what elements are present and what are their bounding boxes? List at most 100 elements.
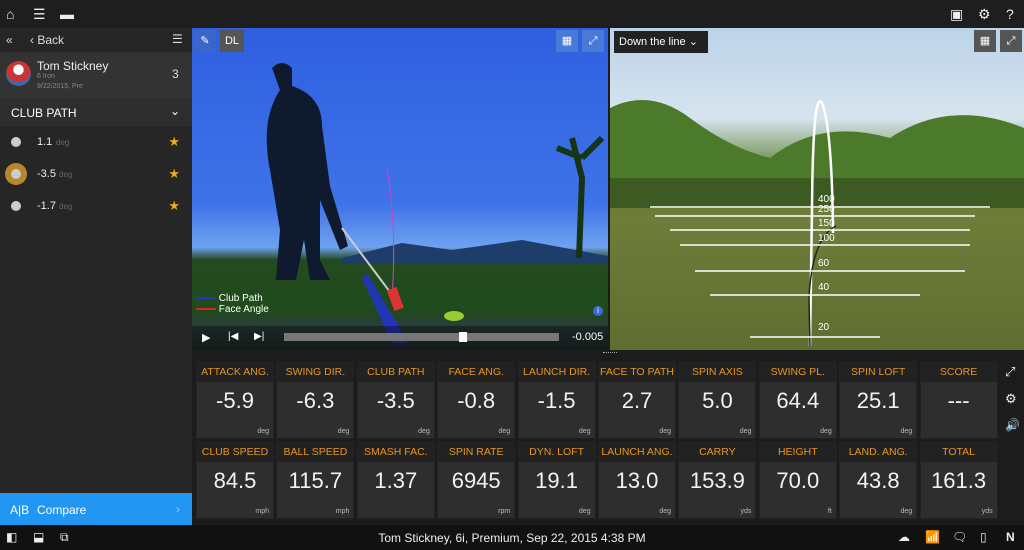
step-back-button[interactable]: |◀ — [228, 331, 238, 342]
help-icon[interactable]: ? — [1006, 5, 1014, 23]
metric-unit: yds — [981, 508, 993, 515]
metric-tile[interactable]: SPIN RATE 6945 rpm — [437, 441, 516, 519]
back-button[interactable]: ‹ Back — [30, 33, 64, 47]
metric-tile[interactable]: CLUB SPEED 84.5 mph — [196, 441, 274, 519]
metric-tile[interactable]: LAUNCH ANG. 13.0 deg — [598, 441, 676, 519]
metric-tile[interactable]: SWING DIR. -6.3 deg — [276, 361, 355, 439]
yardage-label: 250 — [818, 204, 835, 215]
folder-icon[interactable]: ▬ — [60, 5, 74, 23]
metric-tile[interactable]: FACE ANG. -0.8 deg — [437, 361, 516, 439]
yardage-line — [655, 215, 975, 217]
metric-unit: deg — [578, 428, 591, 435]
metric-tile[interactable]: SPIN AXIS 5.0 deg — [678, 361, 757, 439]
metric-label: ATTACK ANG. — [197, 362, 273, 382]
ball-flight-3d-view[interactable]: 400 250 150 100 60 40 20 Down the line ⌄… — [610, 28, 1024, 350]
golfer-silhouette — [266, 63, 348, 280]
metric-tile[interactable]: LAND. ANG. 43.8 deg — [839, 441, 918, 519]
grid-icon[interactable]: ▦ — [556, 30, 578, 52]
video-legend: Club Path Face Angle — [196, 293, 269, 315]
metric-tile[interactable]: TOTAL 161.3 yds — [919, 441, 998, 519]
metric-value: 70.0 — [776, 468, 820, 493]
parameter-selector[interactable]: CLUB PATH ⌄ — [0, 98, 192, 126]
metric-tile[interactable]: DYN. LOFT 19.1 deg — [517, 441, 596, 519]
yardage-label: 20 — [818, 322, 830, 333]
shot-item[interactable]: 1.1 deg ★ — [0, 126, 192, 158]
info-icon[interactable]: i — [593, 306, 603, 316]
metric-unit: deg — [900, 428, 913, 435]
metric-value: -0.8 — [457, 388, 496, 413]
chevron-right-icon: › — [176, 502, 180, 516]
metric-tile[interactable]: BALL SPEED 115.7 mph — [276, 441, 355, 519]
star-icon[interactable]: ★ — [168, 198, 180, 214]
metric-value: 1.37 — [374, 468, 418, 493]
play-button[interactable]: ▶ — [202, 331, 210, 344]
gear-icon[interactable]: ⚙ — [1005, 391, 1017, 407]
metric-label: FACE ANG. — [438, 362, 515, 382]
shot-item[interactable]: -1.7 deg ★ — [0, 190, 192, 222]
metric-label: CARRY — [679, 442, 756, 462]
notes-icon[interactable]: ▣ — [950, 5, 963, 23]
fullscreen-icon[interactable]: ⤢ — [582, 30, 604, 52]
draw-tool-button[interactable]: ✎ — [194, 30, 216, 52]
step-forward-button[interactable]: ▶| — [254, 331, 264, 342]
metric-label: SWING PL. — [759, 362, 836, 382]
metric-tile[interactable]: ATTACK ANG. -5.9 deg — [196, 361, 274, 439]
dl-button[interactable]: DL — [220, 30, 244, 52]
metric-value: 153.9 — [689, 468, 745, 493]
player-name: Tom Stickney — [37, 59, 109, 73]
metric-value: 2.7 — [621, 388, 653, 413]
avatar — [6, 61, 31, 86]
metric-value: 25.1 — [856, 388, 900, 413]
speaker-icon[interactable]: 🔊 — [1005, 418, 1020, 432]
device-icon[interactable]: ▯ — [980, 530, 987, 544]
metric-tile[interactable]: SMASH FAC. 1.37 — [356, 441, 435, 519]
metric-tile[interactable]: SCORE --- — [919, 361, 998, 439]
metric-tile[interactable]: CLUB PATH -3.5 deg — [356, 361, 435, 439]
player-card[interactable]: Tom Stickney 6 Iron 9/22/2015, Pre 3 — [0, 52, 192, 98]
resize-handle[interactable] — [603, 352, 617, 355]
yardage-label: 150 — [818, 218, 835, 229]
legend-club-path: Club Path — [196, 293, 269, 304]
yardage-label: 40 — [818, 282, 830, 293]
shot-unit: deg — [59, 202, 73, 211]
collapse-sidebar-button[interactable]: « — [6, 33, 13, 47]
gear-icon[interactable]: ⚙ — [978, 5, 991, 23]
home-icon[interactable]: ⌂ — [6, 5, 14, 23]
compare-button[interactable]: A|B Compare › — [0, 493, 192, 525]
fullscreen-icon[interactable]: ⤢ — [1000, 30, 1022, 52]
grid-icon[interactable]: ▦ — [974, 30, 996, 52]
cloud-upload-icon[interactable]: ☁ — [898, 530, 910, 544]
metric-label: LAUNCH DIR. — [518, 362, 595, 382]
comment-icon[interactable]: 🗨 — [952, 530, 967, 544]
yardage-line — [670, 229, 970, 231]
n-icon[interactable]: N — [1006, 530, 1015, 544]
metric-value: -6.3 — [296, 388, 335, 413]
swing-video[interactable]: ✎ DL ▦ ⤢ Club Path Face Angle i ▶ |◀ ▶| … — [192, 28, 608, 350]
scrub-slider[interactable] — [284, 332, 559, 342]
metric-tile[interactable]: CARRY 153.9 yds — [678, 441, 757, 519]
signal-chart-icon[interactable]: 📶 — [925, 530, 940, 544]
metric-tile[interactable]: HEIGHT 70.0 ft — [758, 441, 837, 519]
metric-tile[interactable]: LAUNCH DIR. -1.5 deg — [517, 361, 596, 439]
metric-unit: deg — [900, 508, 913, 515]
star-icon[interactable]: ★ — [168, 166, 180, 182]
scrub-handle[interactable] — [458, 332, 467, 342]
shot-item-selected[interactable]: -3.5 deg ★ — [0, 158, 192, 190]
playback-bar: ▶ |◀ ▶| -0.005 — [192, 326, 608, 350]
top-toolbar: ⌂ ☰ ▬ ▣ ⚙ ? — [0, 0, 1024, 28]
metric-label: CLUB PATH — [357, 362, 434, 382]
list-icon[interactable]: ☰ — [33, 5, 46, 23]
time-readout: -0.005 — [572, 331, 604, 343]
metric-unit: deg — [337, 428, 350, 435]
metric-label: LAND. ANG. — [840, 442, 917, 462]
star-icon[interactable]: ★ — [168, 134, 180, 150]
menu-icon[interactable]: ☰ — [172, 32, 183, 46]
metric-tile[interactable]: SWING PL. 64.4 deg — [758, 361, 837, 439]
yardage-line — [680, 244, 970, 246]
sidebar: « ‹ Back ☰ Tom Stickney 6 Iron 9/22/2015… — [0, 28, 192, 525]
expand-icon[interactable]: ⤢ — [1005, 364, 1015, 380]
metric-tile[interactable]: FACE TO PATH 2.7 deg — [598, 361, 676, 439]
view-dropdown[interactable]: Down the line ⌄ — [614, 31, 708, 53]
metric-tile[interactable]: SPIN LOFT 25.1 deg — [839, 361, 918, 439]
metric-label: SMASH FAC. — [357, 442, 434, 462]
